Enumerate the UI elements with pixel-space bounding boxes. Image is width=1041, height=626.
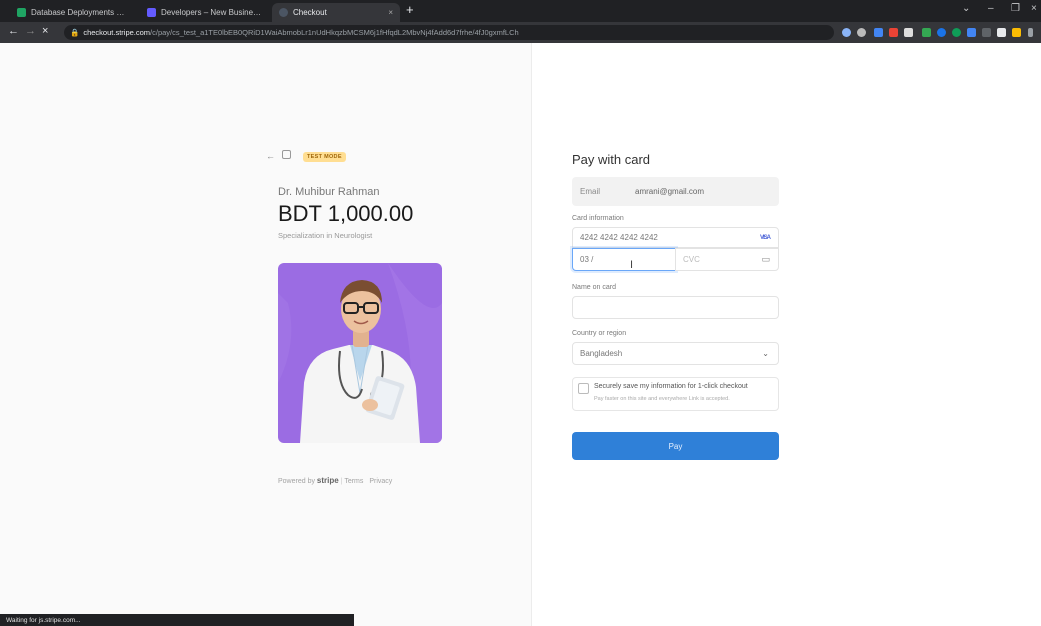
address-bar[interactable]: 🔒 checkout.stripe.com /c/pay/cs_test_a1T… [64,25,834,40]
card-number-input[interactable]: 4242 4242 4242 4242 VISA [572,227,779,248]
browser-menu-icon[interactable] [1028,28,1033,37]
extensions-puzzle-icon[interactable] [997,28,1006,37]
terms-link[interactable]: Terms [344,478,363,485]
minimize-button[interactable]: – [988,3,994,14]
merchant-logo-icon [282,150,291,159]
cvc-card-icon: ▭ [761,254,770,264]
status-bar: Waiting for js.stripe.com... [0,614,354,626]
extension-icon[interactable] [874,28,883,37]
back-button[interactable]: ← [8,25,19,37]
email-value: amrani@gmail.com [635,187,705,196]
expiry-input[interactable]: 03 / [572,248,676,271]
url-path: /c/pay/cs_test_a1TE0lbEB0QRiD1WaiAbmobLr… [150,28,519,37]
extension-icon[interactable] [952,28,961,37]
cvc-input[interactable]: CVC ▭ [675,248,779,271]
name-on-card-label: Name on card [572,284,616,291]
stop-loading-button[interactable]: × [42,25,48,37]
price: BDT 1,000.00 [278,201,414,226]
country-select[interactable]: Bangladesh ⌄ [572,342,779,365]
expiry-value: 03 / [580,255,594,264]
profile-avatar[interactable] [1012,28,1021,37]
country-label: Country or region [572,330,627,337]
powered-by-stripe: Powered by stripe | Terms Privacy [278,476,393,485]
text-cursor-icon: I [630,259,634,271]
product-image [278,263,442,443]
tab-stripe-developers[interactable]: Developers – New Business – St × [140,3,270,22]
tab-checkout[interactable]: Checkout × [272,3,400,22]
pane-divider [531,43,532,626]
bookmark-star-icon[interactable] [857,28,866,37]
doctor-illustration [278,263,442,443]
share-icon[interactable] [842,28,851,37]
save-info-checkbox[interactable] [578,383,589,394]
cvc-placeholder: CVC [683,255,700,264]
name-on-card-input[interactable] [572,296,779,319]
test-mode-badge: TEST MODE [303,152,346,162]
order-summary-pane [0,43,531,626]
email-field: Email amrani@gmail.com [572,177,779,206]
lock-icon: 🔒 [70,28,80,37]
visa-icon: VISA [759,234,771,241]
card-information-label: Card information [572,215,624,222]
country-value: Bangladesh [580,349,623,358]
extension-icon[interactable] [889,28,898,37]
extension-icon[interactable] [967,28,976,37]
card-number-value: 4242 4242 4242 4242 [580,233,658,242]
extension-icon[interactable] [922,28,931,37]
save-info-subtitle: Pay faster on this site and everywhere L… [594,396,730,402]
url-host: checkout.stripe.com [83,28,151,37]
form-title: Pay with card [572,152,651,167]
pay-button[interactable]: Pay [572,432,779,460]
stripe-logo[interactable]: stripe [317,476,339,485]
checkout-favicon-icon [279,8,288,17]
tab-search-icon[interactable]: ⌄ [962,3,970,14]
extension-icon[interactable] [904,28,913,37]
stripe-favicon-icon [147,8,156,17]
extension-icon[interactable] [982,28,991,37]
arrow-left-icon[interactable]: ← [266,151,275,161]
mongodb-favicon-icon [17,8,26,17]
tab-database-deployments[interactable]: Database Deployments | Cloud: × [10,3,132,22]
product-description: Specialization in Neurologist [278,231,373,240]
email-label: Email [580,187,601,196]
new-tab-button[interactable]: + [406,2,414,17]
close-tab-icon[interactable]: × [388,8,393,17]
extension-icon[interactable] [937,28,946,37]
chevron-down-icon: ⌄ [762,349,769,358]
maximize-button[interactable]: ❐ [1011,3,1020,14]
product-name: Dr. Muhibur Rahman [278,186,380,198]
close-window-button[interactable]: × [1031,3,1037,14]
save-info-title: Securely save my information for 1-click… [594,383,748,390]
privacy-link[interactable]: Privacy [369,478,392,485]
forward-button[interactable]: → [25,25,36,37]
